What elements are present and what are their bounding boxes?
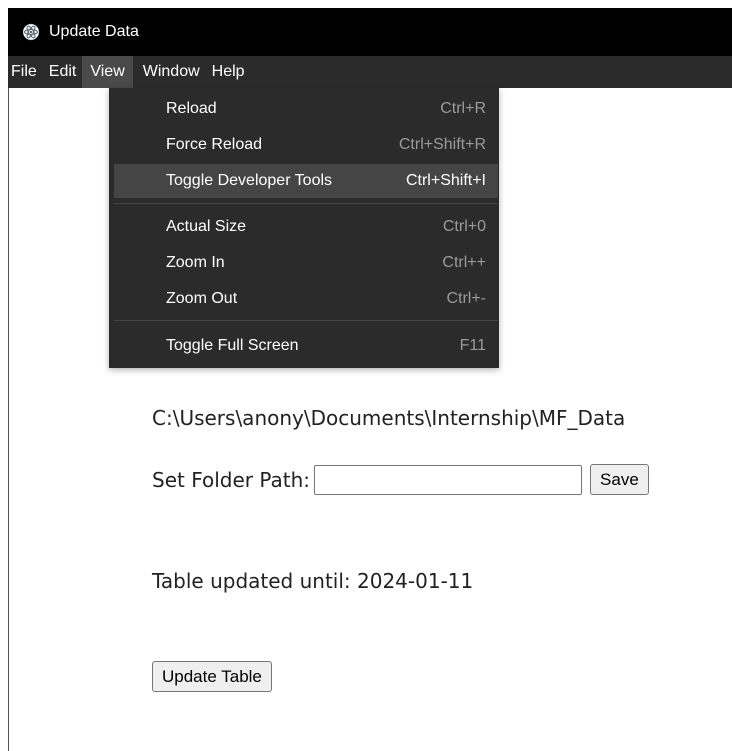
table-updated-status: Table updated until: 2024-01-11 (152, 569, 474, 593)
window-title: Update Data (49, 23, 139, 40)
window-left-border (8, 88, 9, 751)
electron-atom-icon (21, 22, 41, 42)
menu-item-accelerator: F11 (459, 337, 486, 354)
folder-path-display: C:\Users\anony\Documents\Internship\MF_D… (152, 406, 626, 430)
menu-edit[interactable]: Edit (43, 56, 83, 88)
menu-file[interactable]: File (8, 56, 43, 88)
menu-item-accelerator: Ctrl++ (442, 254, 486, 271)
menu-help[interactable]: Help (206, 56, 251, 88)
menu-separator (114, 203, 498, 204)
set-folder-row: Set Folder Path: Save (152, 464, 649, 495)
folder-path-input[interactable] (314, 464, 583, 495)
menu-window[interactable]: Window (133, 56, 206, 88)
menu-bar: File Edit View Window Help (8, 56, 732, 88)
set-folder-label: Set Folder Path: (152, 467, 311, 492)
menu-item-zoom-in[interactable]: Zoom In Ctrl++ (114, 246, 498, 280)
menu-item-label: Toggle Full Screen (166, 337, 299, 354)
menu-item-toggle-developer-tools[interactable]: Toggle Developer Tools Ctrl+Shift+I (114, 164, 498, 198)
menu-item-label: Zoom Out (166, 290, 238, 307)
view-menu-dropdown: Reload Ctrl+R Force Reload Ctrl+Shift+R … (109, 88, 499, 368)
menu-item-toggle-full-screen[interactable]: Toggle Full Screen F11 (114, 329, 498, 363)
menu-item-accelerator: Ctrl+Shift+I (405, 172, 486, 189)
menu-item-label: Zoom In (166, 254, 225, 271)
menu-view[interactable]: View (82, 56, 133, 88)
update-table-wrap: Update Table (152, 661, 272, 692)
title-bar[interactable]: Update Data (8, 8, 732, 56)
menu-item-label: Force Reload (166, 136, 263, 153)
menu-separator (114, 320, 498, 321)
app-window: Update Data File Edit View Window Help C… (0, 0, 732, 751)
menu-item-actual-size[interactable]: Actual Size Ctrl+0 (114, 210, 498, 244)
menu-item-force-reload[interactable]: Force Reload Ctrl+Shift+R (114, 128, 498, 162)
menu-item-accelerator: Ctrl+0 (442, 218, 486, 235)
menu-item-label: Reload (166, 100, 217, 117)
menu-item-accelerator: Ctrl+- (446, 290, 486, 307)
menu-item-zoom-out[interactable]: Zoom Out Ctrl+- (114, 282, 498, 316)
menu-item-label: Actual Size (166, 218, 247, 235)
menu-item-accelerator: Ctrl+Shift+R (398, 136, 486, 153)
menu-item-label: Toggle Developer Tools (166, 172, 333, 189)
menu-item-reload[interactable]: Reload Ctrl+R (114, 92, 498, 126)
update-table-button[interactable]: Update Table (152, 661, 272, 692)
save-button[interactable]: Save (590, 464, 649, 495)
menu-item-accelerator: Ctrl+R (440, 100, 486, 117)
